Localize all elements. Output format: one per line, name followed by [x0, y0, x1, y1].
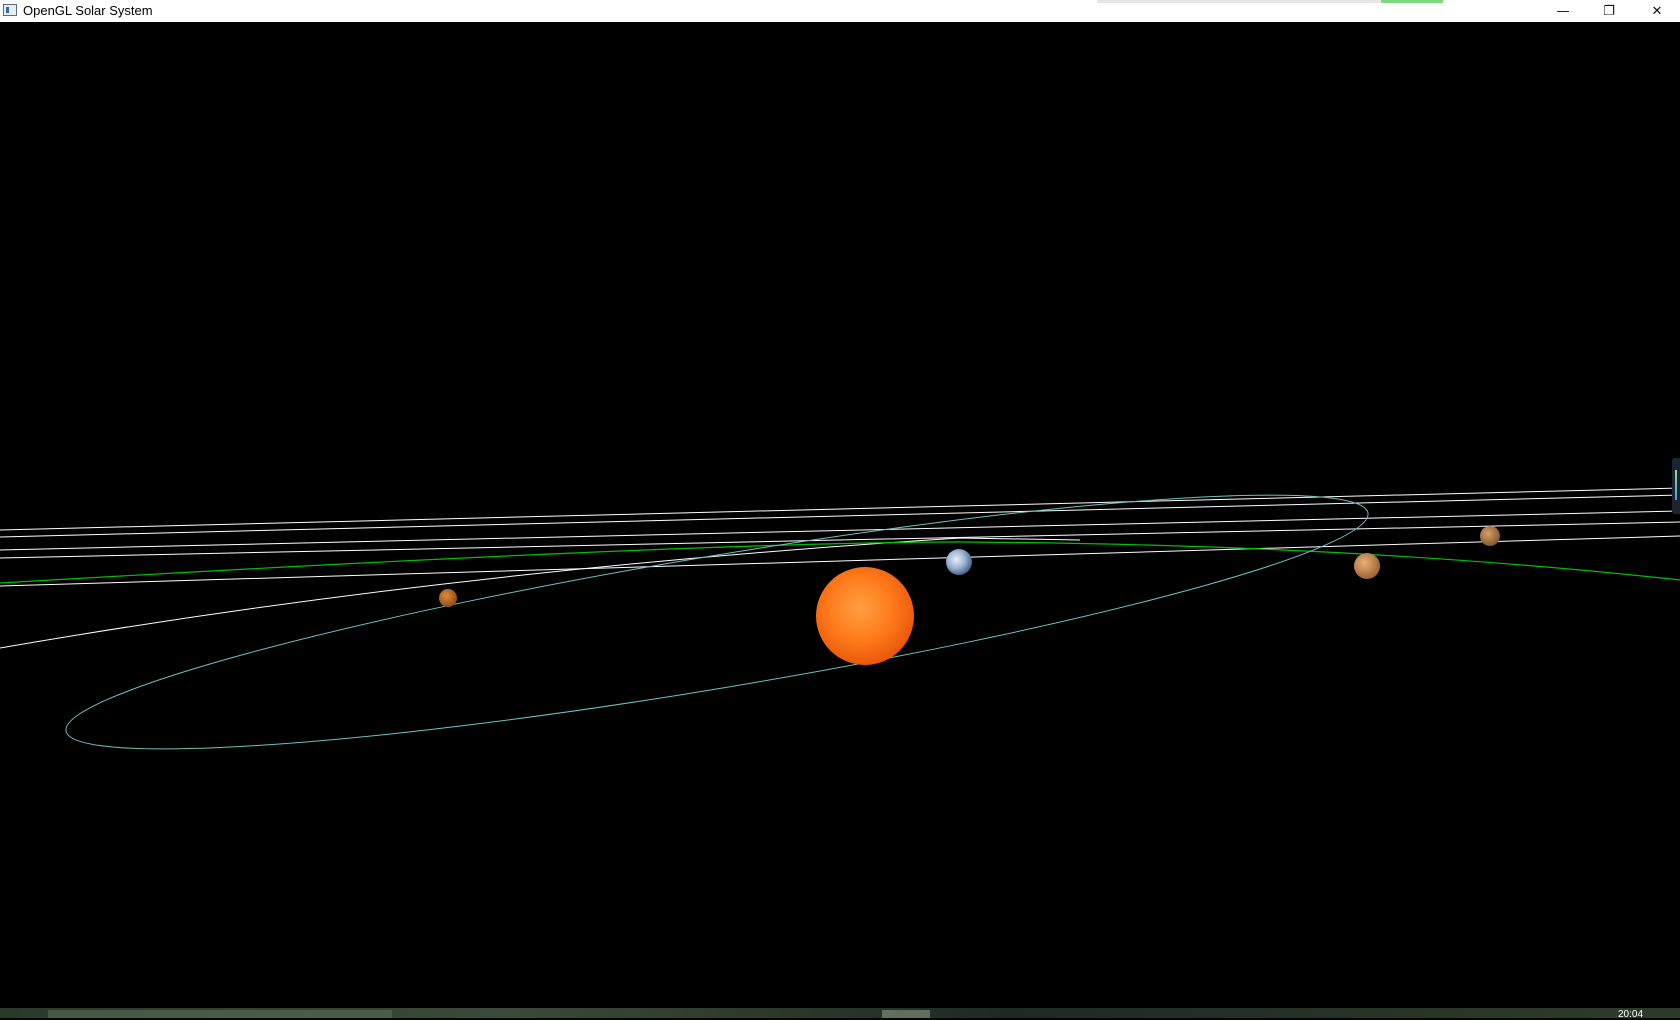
restore-icon: ❐	[1603, 3, 1615, 19]
sun-sphere	[816, 567, 914, 665]
opengl-viewport[interactable]	[0, 22, 1680, 1008]
planet-sphere	[1480, 526, 1500, 546]
background-window-edge	[1097, 0, 1443, 3]
close-button[interactable]: ✕	[1634, 0, 1680, 22]
solar-system-canvas	[0, 487, 1680, 750]
planet-sphere	[1354, 553, 1380, 579]
earth-sphere	[946, 549, 972, 575]
orbit-line	[0, 487, 1680, 531]
orbit-line	[0, 521, 1680, 559]
taskbar-item[interactable]	[882, 1010, 930, 1018]
restore-button[interactable]: ❐	[1586, 0, 1632, 22]
title-bar[interactable]: OpenGL Solar System — ❐ ✕	[0, 0, 1680, 22]
window-title: OpenGL Solar System	[23, 3, 153, 18]
taskbar-clock: 20:04	[1618, 1009, 1644, 1020]
minimize-button[interactable]: —	[1540, 0, 1586, 22]
close-icon: ✕	[1651, 3, 1663, 19]
app-icon[interactable]	[3, 4, 17, 16]
taskbar-item[interactable]	[48, 1010, 392, 1018]
minimize-icon: —	[1556, 3, 1570, 19]
planet-sphere	[439, 589, 457, 607]
side-dock-widget[interactable]	[1672, 458, 1680, 514]
